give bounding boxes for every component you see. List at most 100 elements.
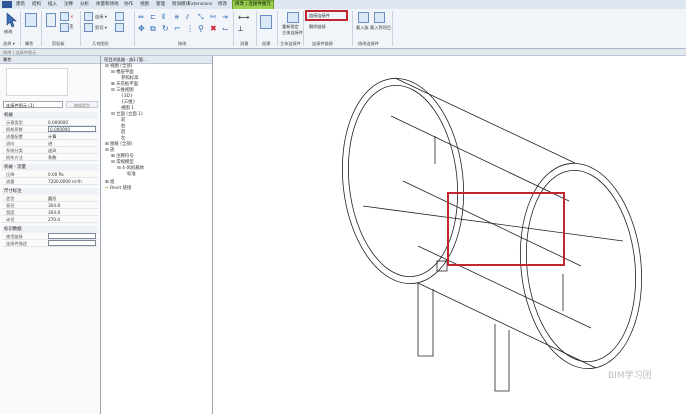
measure-icon[interactable]: ⟷: [238, 13, 249, 22]
prop-value[interactable]: 304.8: [48, 202, 96, 208]
prop-value[interactable]: 送风: [48, 147, 96, 153]
move-icon[interactable]: ✥: [138, 24, 145, 33]
match-properties-icon[interactable]: [60, 23, 69, 32]
cut-icon[interactable]: ✕: [70, 14, 74, 19]
type-selector[interactable]: 连接件图元 (1): [3, 101, 63, 108]
dimension-icon[interactable]: ⟂: [238, 24, 243, 34]
prop-row: 直径 304.8: [2, 202, 98, 209]
prop-value[interactable]: 圆形: [48, 195, 96, 201]
prop-input[interactable]: 0.000000: [48, 126, 96, 132]
tab-insert[interactable]: 插入: [46, 1, 59, 8]
connector-link-group-label: 连接件链接: [312, 41, 333, 46]
tab-modify[interactable]: 修改: [216, 1, 229, 8]
measure-group-label: 测量: [240, 41, 249, 46]
prop-row: 损耗系数 0.000000: [2, 126, 98, 133]
create-group-icon[interactable]: [260, 15, 272, 29]
link-connector-button[interactable]: 链接连接件: [309, 13, 330, 19]
project-browser: 项目浏览器 - 族1 [管... ⊟ 视图 (全部) ⊟ 楼层平面 参照标高 ⊞…: [101, 56, 213, 414]
prop-value[interactable]: 0.00 Pa: [48, 171, 96, 177]
prop-value[interactable]: 进: [48, 140, 96, 146]
paste-icon[interactable]: [46, 13, 56, 27]
properties-palette: 属性 连接件图元 (1) 编辑类型 机械 示意类型 0.000000 损耗系数 0.…: [0, 56, 101, 414]
modify-connector-group-label: 修改连接件: [358, 41, 379, 46]
cut-geometry-icon[interactable]: [84, 23, 93, 32]
join-dropdown[interactable]: 连接 ▾: [95, 14, 107, 20]
tree-item[interactable]: 标准: [127, 172, 136, 178]
tab-analyze[interactable]: 分析: [78, 1, 91, 8]
prop-row: 流量配置 计算: [2, 133, 98, 140]
prop-value[interactable]: 计算: [48, 133, 96, 139]
load-family-icon[interactable]: [358, 12, 369, 23]
prop-value[interactable]: 系数: [48, 154, 96, 160]
load-project-label: 载入到项目: [370, 25, 391, 30]
prop-input[interactable]: [48, 233, 96, 239]
clipboard-group-label: 剪贴板: [52, 41, 65, 46]
application-menu-button[interactable]: [2, 1, 12, 8]
load-family-label: 载入族: [356, 25, 369, 30]
prop-value[interactable]: 304.8: [48, 209, 96, 215]
pin-icon[interactable]: ⚲: [198, 24, 204, 33]
tab-view[interactable]: 视图: [138, 1, 151, 8]
prop-value[interactable]: 7200.0000 m³/h: [48, 178, 96, 184]
copy-element-icon[interactable]: ⧉: [150, 24, 156, 34]
unpin-icon[interactable]: ⚯: [210, 13, 216, 21]
revit-link-icon: ⇔: [105, 186, 109, 191]
align-icon[interactable]: ⇔: [138, 13, 144, 21]
highlight-connector-region: [447, 192, 565, 266]
cope-icon[interactable]: [84, 12, 93, 21]
host-connector-group-label: 主体连接件: [280, 41, 301, 46]
edit-type-button[interactable]: 编辑类型: [66, 101, 98, 108]
clipboard-extra-icon[interactable]: ⎘: [70, 24, 73, 29]
prop-row: 造型 圆形: [2, 195, 98, 202]
trim-extend-icon[interactable]: ⌙: [222, 24, 229, 33]
host-connector-label: 主体连接件: [282, 30, 303, 35]
tab-massing-site[interactable]: 体量和场地: [94, 1, 121, 8]
rotate-icon[interactable]: ↻: [162, 24, 169, 33]
select-group-label[interactable]: 选择 ▾: [3, 41, 15, 47]
properties-group-label: 属性: [25, 41, 34, 46]
modify-button-label: 修改: [4, 29, 13, 34]
section-mechanical[interactable]: 机械: [2, 112, 98, 119]
tree-item[interactable]: ⊟ 立面 (立面 1): [111, 112, 143, 118]
section-dimensions[interactable]: 尺寸标注: [2, 188, 98, 195]
tab-annotate[interactable]: 注释: [62, 1, 75, 8]
extend-icon[interactable]: ⇥: [222, 13, 228, 21]
split-icon[interactable]: ⫽: [186, 13, 189, 22]
prop-row: 流量 7200.0000 m³/h: [2, 178, 98, 185]
prop-row: 压降 0.00 Pa: [2, 171, 98, 178]
mirror-draw-icon[interactable]: ⧺: [174, 13, 180, 21]
load-project-icon[interactable]: [374, 12, 385, 23]
tree-item[interactable]: ⇔ Revit 链接: [105, 186, 131, 192]
remove-link-button[interactable]: 删除链接: [309, 24, 326, 30]
trim-icon[interactable]: ⌐: [174, 24, 181, 33]
reassign-host-icon[interactable]: [287, 12, 299, 23]
prop-value: 0.000000: [48, 120, 68, 125]
prop-value[interactable]: 270.0: [48, 216, 96, 222]
offset-icon[interactable]: ⊏: [150, 13, 156, 21]
geometry-group-label: 几何图形: [92, 41, 109, 46]
tab-extensions[interactable]: Extensions: [186, 1, 214, 8]
mirror-axis-icon[interactable]: ⫴: [162, 13, 165, 22]
split-face-icon[interactable]: [115, 12, 124, 21]
project-browser-title: 项目浏览器 - 族1 [管...: [101, 56, 212, 64]
section-identity-data[interactable]: 标识数据: [2, 226, 98, 233]
prop-input[interactable]: [48, 240, 96, 246]
section-mechanical-flow[interactable]: 机械 - 流量: [2, 164, 98, 171]
prop-row: 损失方法 系数: [2, 154, 98, 161]
paint-icon[interactable]: [115, 23, 124, 32]
drawing-canvas[interactable]: BIM学习团: [213, 56, 686, 414]
tab-collaborate[interactable]: 协作: [122, 1, 135, 8]
properties-icon[interactable]: [25, 13, 37, 27]
cut-dropdown[interactable]: 剪切 ▾: [95, 25, 107, 31]
copy-icon[interactable]: [60, 12, 69, 21]
delete-icon[interactable]: ✖: [210, 24, 217, 33]
properties-title: 属性: [0, 56, 100, 64]
scale-icon[interactable]: ⤡: [198, 13, 204, 22]
tab-manage[interactable]: 管理: [154, 1, 167, 8]
tab-architecture[interactable]: 建筑: [14, 1, 27, 8]
ribbon-panel: 修改 ✕ ⎘ 连接 ▾ 剪切 ▾ ⇔ ✥ ⊏ ⧉ ⫴ ↻ ⧺ ⌐ ⫽ ⋮ ⤡ ⚲…: [0, 9, 686, 49]
modify-group-label: 修改: [178, 41, 187, 46]
modify-button[interactable]: 修改: [3, 12, 17, 38]
tab-structure[interactable]: 结构: [30, 1, 43, 8]
array-icon[interactable]: ⋮: [186, 24, 194, 33]
